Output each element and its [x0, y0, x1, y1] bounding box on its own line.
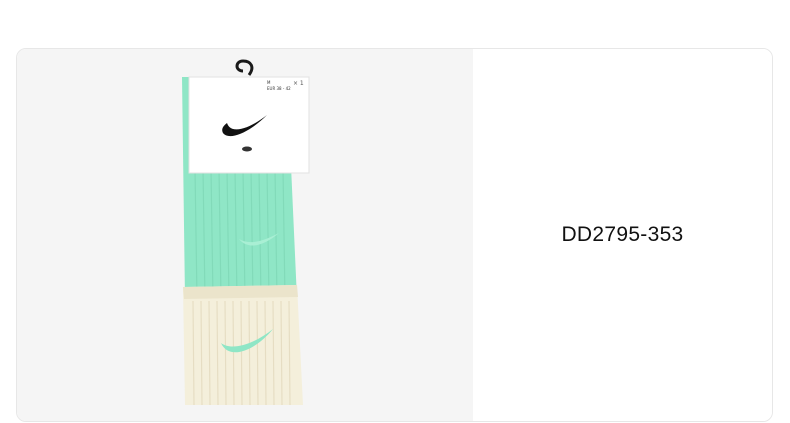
- product-sku: DD2795-353: [561, 223, 684, 246]
- product-info: DD2795-353: [473, 49, 772, 421]
- tag-size-range: EUR 38 - 42: [267, 86, 291, 91]
- tag-size: M: [267, 80, 271, 85]
- product-card[interactable]: M EUR 38 - 42 × 1 DD2795-353: [16, 48, 773, 422]
- tag-quantity: × 1: [293, 80, 304, 87]
- socks-illustration: [182, 59, 310, 406]
- product-image[interactable]: M EUR 38 - 42 × 1: [17, 49, 473, 421]
